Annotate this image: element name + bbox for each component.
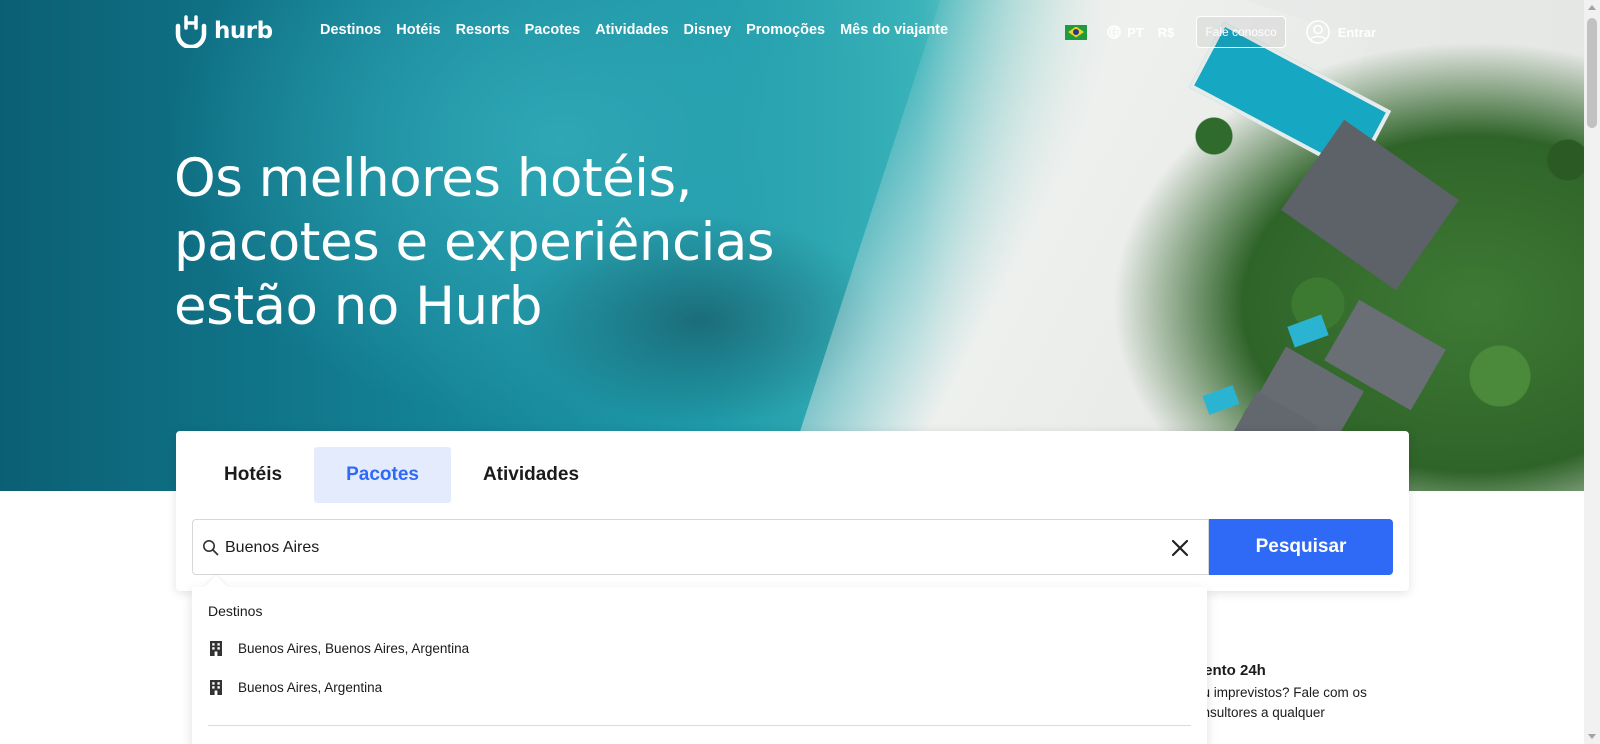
nav-item-pacotes[interactable]: Pacotes xyxy=(525,22,581,38)
nav-item-hoteis[interactable]: Hotéis xyxy=(396,22,440,38)
scroll-up-icon[interactable] xyxy=(1588,5,1596,10)
dropdown-section-title: Destinos xyxy=(208,603,263,619)
hurb-logo-icon xyxy=(175,15,207,48)
support-section: nento 24h ou imprevistos? Fale com os on… xyxy=(1195,662,1415,743)
nav-item-mes-do-viajante[interactable]: Mês do viajante xyxy=(840,22,948,38)
hero-headline: Os melhores hotéis, pacotes e experiênci… xyxy=(174,147,874,339)
currency-selector[interactable]: R$ xyxy=(1158,25,1175,40)
contact-button[interactable]: Fale conosco xyxy=(1196,16,1286,48)
dropdown-item-label: Buenos Aires, Argentina xyxy=(238,679,383,695)
language-label: PT xyxy=(1127,24,1144,40)
hurb-logo[interactable]: hurb xyxy=(174,14,273,48)
nav-item-promocoes[interactable]: Promoções xyxy=(746,22,825,38)
list-item[interactable]: Buenos Aires, Buenos Aires, Argentina xyxy=(208,636,469,660)
building-icon xyxy=(210,680,222,695)
dropdown-divider xyxy=(208,725,1191,726)
search-field[interactable] xyxy=(192,519,1209,575)
login-button[interactable]: Entrar xyxy=(1305,20,1376,44)
scroll-down-icon[interactable] xyxy=(1588,734,1596,739)
headline-line: estão no Hurb xyxy=(174,276,543,337)
support-text-line: onsultores a qualquer xyxy=(1195,705,1325,720)
nav-item-disney[interactable]: Disney xyxy=(684,22,732,38)
search-card: Hotéis Pacotes Atividades Pesquisar xyxy=(176,431,1409,591)
scroll-thumb[interactable] xyxy=(1587,18,1597,128)
header-tools: PT R$ Fale conosco Entrar xyxy=(1065,16,1376,48)
nav-item-resorts[interactable]: Resorts xyxy=(456,22,510,38)
autocomplete-dropdown: Destinos Buenos Aires, Buenos Aires, Arg… xyxy=(192,587,1207,744)
support-text-line: o. xyxy=(1195,723,1415,743)
page-scrollbar[interactable] xyxy=(1584,0,1600,744)
brazil-flag-icon[interactable] xyxy=(1065,24,1088,40)
building-icon xyxy=(210,641,222,656)
nav-item-atividades[interactable]: Atividades xyxy=(595,22,668,38)
search-button[interactable]: Pesquisar xyxy=(1209,519,1393,575)
globe-icon xyxy=(1107,25,1121,39)
tab-atividades[interactable]: Atividades xyxy=(451,447,611,503)
main-nav: Destinos Hotéis Resorts Pacotes Atividad… xyxy=(320,22,948,38)
user-icon xyxy=(1305,20,1330,44)
logo-text: hurb xyxy=(214,18,273,44)
language-selector[interactable]: PT xyxy=(1107,25,1144,40)
login-label: Entrar xyxy=(1337,24,1376,40)
search-input[interactable] xyxy=(225,534,1125,562)
list-item[interactable]: Buenos Aires, Argentina xyxy=(208,675,382,699)
dropdown-item-label: Buenos Aires, Buenos Aires, Argentina xyxy=(238,640,470,656)
tab-pacotes[interactable]: Pacotes xyxy=(314,447,451,503)
headline-line: Os melhores hotéis, xyxy=(174,148,692,209)
search-icon xyxy=(203,540,219,556)
search-tabs: Hotéis Pacotes Atividades xyxy=(192,447,611,503)
support-text-line: ou imprevistos? Fale com os xyxy=(1195,685,1367,700)
tab-hoteis[interactable]: Hotéis xyxy=(192,447,314,503)
nav-item-destinos[interactable]: Destinos xyxy=(320,22,381,38)
headline-line: pacotes e experiências xyxy=(174,212,774,273)
site-header: hurb Destinos Hotéis Resorts Pacotes Ati… xyxy=(0,0,1584,64)
close-icon[interactable] xyxy=(1170,538,1190,558)
support-title: nento 24h xyxy=(1195,662,1266,679)
